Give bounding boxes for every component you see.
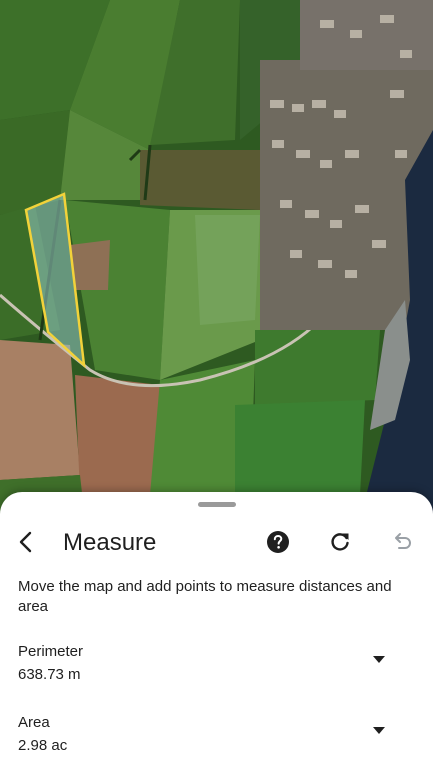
measure-sheet: Measure Move the map and add points to m… — [0, 492, 433, 768]
perimeter-value: 638.73 m — [18, 666, 81, 683]
page-title: Measure — [63, 529, 157, 556]
chevron-left-icon — [19, 531, 32, 553]
area-row[interactable]: Area 2.98 ac — [0, 708, 433, 764]
back-button[interactable] — [6, 522, 46, 562]
help-circle-icon — [267, 531, 289, 553]
area-label: Area — [18, 714, 50, 731]
perimeter-row[interactable]: Perimeter 638.73 m — [0, 637, 433, 693]
drag-handle[interactable] — [198, 502, 236, 507]
undo-button[interactable] — [382, 522, 422, 562]
refresh-icon — [331, 533, 349, 551]
dropdown-arrow-icon[interactable] — [372, 726, 386, 736]
instructions-text: Move the map and add points to measure d… — [18, 578, 392, 615]
dropdown-arrow-icon[interactable] — [372, 655, 386, 665]
help-button[interactable] — [258, 522, 298, 562]
undo-icon — [395, 533, 411, 549]
sheet-header: Measure — [0, 522, 433, 562]
perimeter-label: Perimeter — [18, 643, 84, 660]
satellite-map[interactable] — [0, 0, 433, 520]
area-value: 2.98 ac — [18, 737, 68, 754]
refresh-button[interactable] — [320, 522, 360, 562]
